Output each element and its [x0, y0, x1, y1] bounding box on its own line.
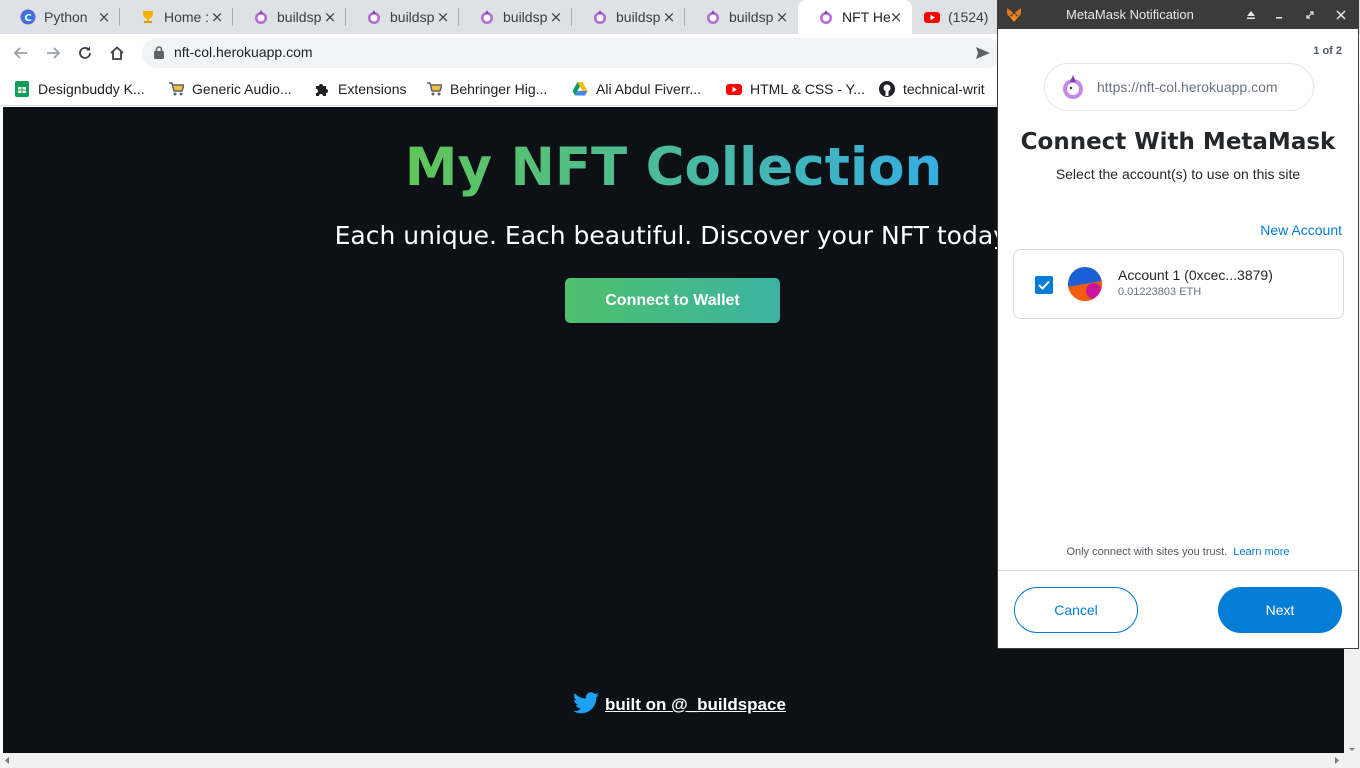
bookmark-designbuddy[interactable]: Designbuddy K... — [14, 80, 145, 98]
unicorn-icon — [366, 9, 382, 25]
account-list-item[interactable]: Account 1 (0xcec...3879) 0.01223803 ETH — [1013, 249, 1344, 319]
home-button[interactable] — [104, 40, 130, 66]
tab-close-icon[interactable]: × — [888, 9, 904, 25]
tab-title: Python — [44, 9, 88, 25]
tab-youtube[interactable]: (1524) — [912, 0, 997, 34]
tab-close-icon[interactable]: × — [322, 9, 338, 25]
connect-subheading: Select the account(s) to use on this sit… — [1055, 166, 1301, 182]
bookmark-label: Ali Abdul Fiverr... — [596, 81, 702, 97]
reload-icon — [79, 46, 91, 59]
youtube-icon — [726, 81, 742, 97]
connect-heading: Connect With MetaMask — [1020, 129, 1336, 155]
github-icon — [879, 81, 895, 97]
google-drive-icon — [572, 81, 588, 97]
balance-currency: ETH — [1179, 286, 1202, 298]
forward-button[interactable] — [40, 40, 66, 66]
unicorn-icon — [592, 9, 608, 25]
metamask-fox-icon — [1006, 7, 1022, 27]
forward-arrow-icon — [47, 47, 61, 59]
bookmark-label: Behringer Hig... — [450, 81, 548, 97]
close-icon[interactable] — [1332, 6, 1350, 24]
youtube-icon — [924, 9, 940, 25]
tab-close-icon[interactable]: × — [96, 9, 112, 25]
tab-title: (1524) — [948, 9, 989, 25]
tab-buildspace-5[interactable]: buildsp × — [685, 0, 798, 34]
svg-text:C: C — [24, 13, 31, 24]
bookmark-extensions[interactable]: Extensions — [314, 80, 406, 98]
send-icon[interactable] — [976, 46, 990, 64]
reload-button[interactable] — [72, 40, 98, 66]
shopping-cart-icon — [426, 81, 442, 97]
bookmark-html-css-youtube[interactable]: HTML & CSS - Y... — [726, 80, 865, 98]
scroll-arrows-icon — [5, 757, 1339, 764]
shopping-cart-icon — [168, 81, 184, 97]
bookmark-label: Designbuddy K... — [38, 81, 145, 97]
tab-buildspace-1[interactable]: buildsp × — [233, 0, 346, 34]
tab-close-icon[interactable]: × — [661, 9, 677, 25]
metamask-titlebar[interactable]: MetaMask Notification — [998, 1, 1358, 29]
unicorn-icon — [818, 9, 834, 25]
footer-divider — [998, 570, 1358, 571]
account-name: Account 1 (0xcec...3879) — [1118, 267, 1273, 283]
restore-icon[interactable] — [1301, 6, 1319, 24]
balance-value: 0.01223803 — [1118, 286, 1177, 298]
account-checkbox[interactable] — [1035, 276, 1053, 294]
tab-buildspace-4[interactable]: buildsp × — [572, 0, 685, 34]
tab-close-icon[interactable]: × — [209, 9, 225, 25]
tab-close-icon[interactable]: × — [435, 9, 451, 25]
connect-wallet-button[interactable]: Connect to Wallet — [565, 278, 780, 323]
new-account-link[interactable]: New Account — [1260, 222, 1342, 238]
metamask-notification-window: MetaMask Notification 1 of 2 https://nft… — [997, 0, 1359, 649]
puzzle-icon — [314, 81, 330, 97]
page-indicator: 1 of 2 — [1313, 45, 1342, 57]
unicorn-icon — [705, 9, 721, 25]
back-button[interactable] — [8, 40, 34, 66]
tab-nft-active[interactable]: NFT He × — [798, 0, 912, 34]
bookmark-behringer[interactable]: Behringer Hig... — [426, 80, 547, 98]
lock-icon — [154, 46, 164, 63]
bookmark-ali-abdul-fiverr[interactable]: Ali Abdul Fiverr... — [572, 80, 701, 98]
google-sheets-icon — [14, 81, 30, 97]
address-url: nft-col.herokuapp.com — [174, 44, 313, 60]
bookmark-label: HTML & CSS - Y... — [750, 81, 865, 97]
bookmark-label: Extensions — [338, 81, 407, 97]
trophy-icon — [140, 9, 156, 25]
account-avatar — [1068, 267, 1102, 301]
account-balance: 0.01223803 ETH — [1118, 286, 1201, 298]
site-origin-pill: https://nft-col.herokuapp.com — [1044, 63, 1314, 111]
trust-notice-text: Only connect with sites you trust. — [1066, 546, 1228, 558]
bookmark-label: technical-writ — [903, 81, 985, 97]
footer-link[interactable]: built on @_buildspace — [573, 692, 786, 718]
site-url: https://nft-col.herokuapp.com — [1097, 79, 1278, 95]
footer-link-label: built on @_buildspace — [605, 695, 786, 714]
tab-close-icon[interactable]: × — [774, 9, 790, 25]
bookmark-generic-audio[interactable]: Generic Audio... — [168, 80, 292, 98]
cancel-button[interactable]: Cancel — [1014, 587, 1138, 633]
minimize-icon[interactable] — [1270, 6, 1288, 24]
next-button[interactable]: Next — [1218, 587, 1342, 633]
home-icon — [110, 46, 124, 60]
eject-icon[interactable] — [1242, 6, 1260, 24]
tab-buildspace-2[interactable]: buildsp × — [346, 0, 459, 34]
trust-notice: Only connect with sites you trust. Learn… — [998, 546, 1358, 558]
back-arrow-icon — [13, 47, 27, 59]
tab-buildspace-3[interactable]: buildsp × — [459, 0, 572, 34]
tab-home[interactable]: Home : × — [120, 0, 233, 34]
horizontal-scrollbar[interactable] — [0, 753, 1360, 768]
tab-python[interactable]: C Python × — [0, 0, 120, 34]
unicorn-icon — [1059, 73, 1087, 101]
tab-close-icon[interactable]: × — [548, 9, 564, 25]
bookmark-label: Generic Audio... — [192, 81, 292, 97]
bookmark-technical-writ[interactable]: technical-writ — [879, 80, 985, 98]
twitter-icon — [573, 692, 599, 718]
address-bar[interactable]: nft-col.herokuapp.com — [142, 38, 1002, 68]
unicorn-icon — [253, 9, 269, 25]
page-title-text: My NFT Collection — [404, 137, 943, 198]
checkmark-icon — [1038, 280, 1050, 290]
window-title: MetaMask Notification — [1066, 7, 1194, 22]
python-c-icon: C — [20, 9, 36, 25]
learn-more-link[interactable]: Learn more — [1233, 546, 1289, 558]
unicorn-icon — [479, 9, 495, 25]
tab-title: NFT He — [842, 9, 891, 25]
